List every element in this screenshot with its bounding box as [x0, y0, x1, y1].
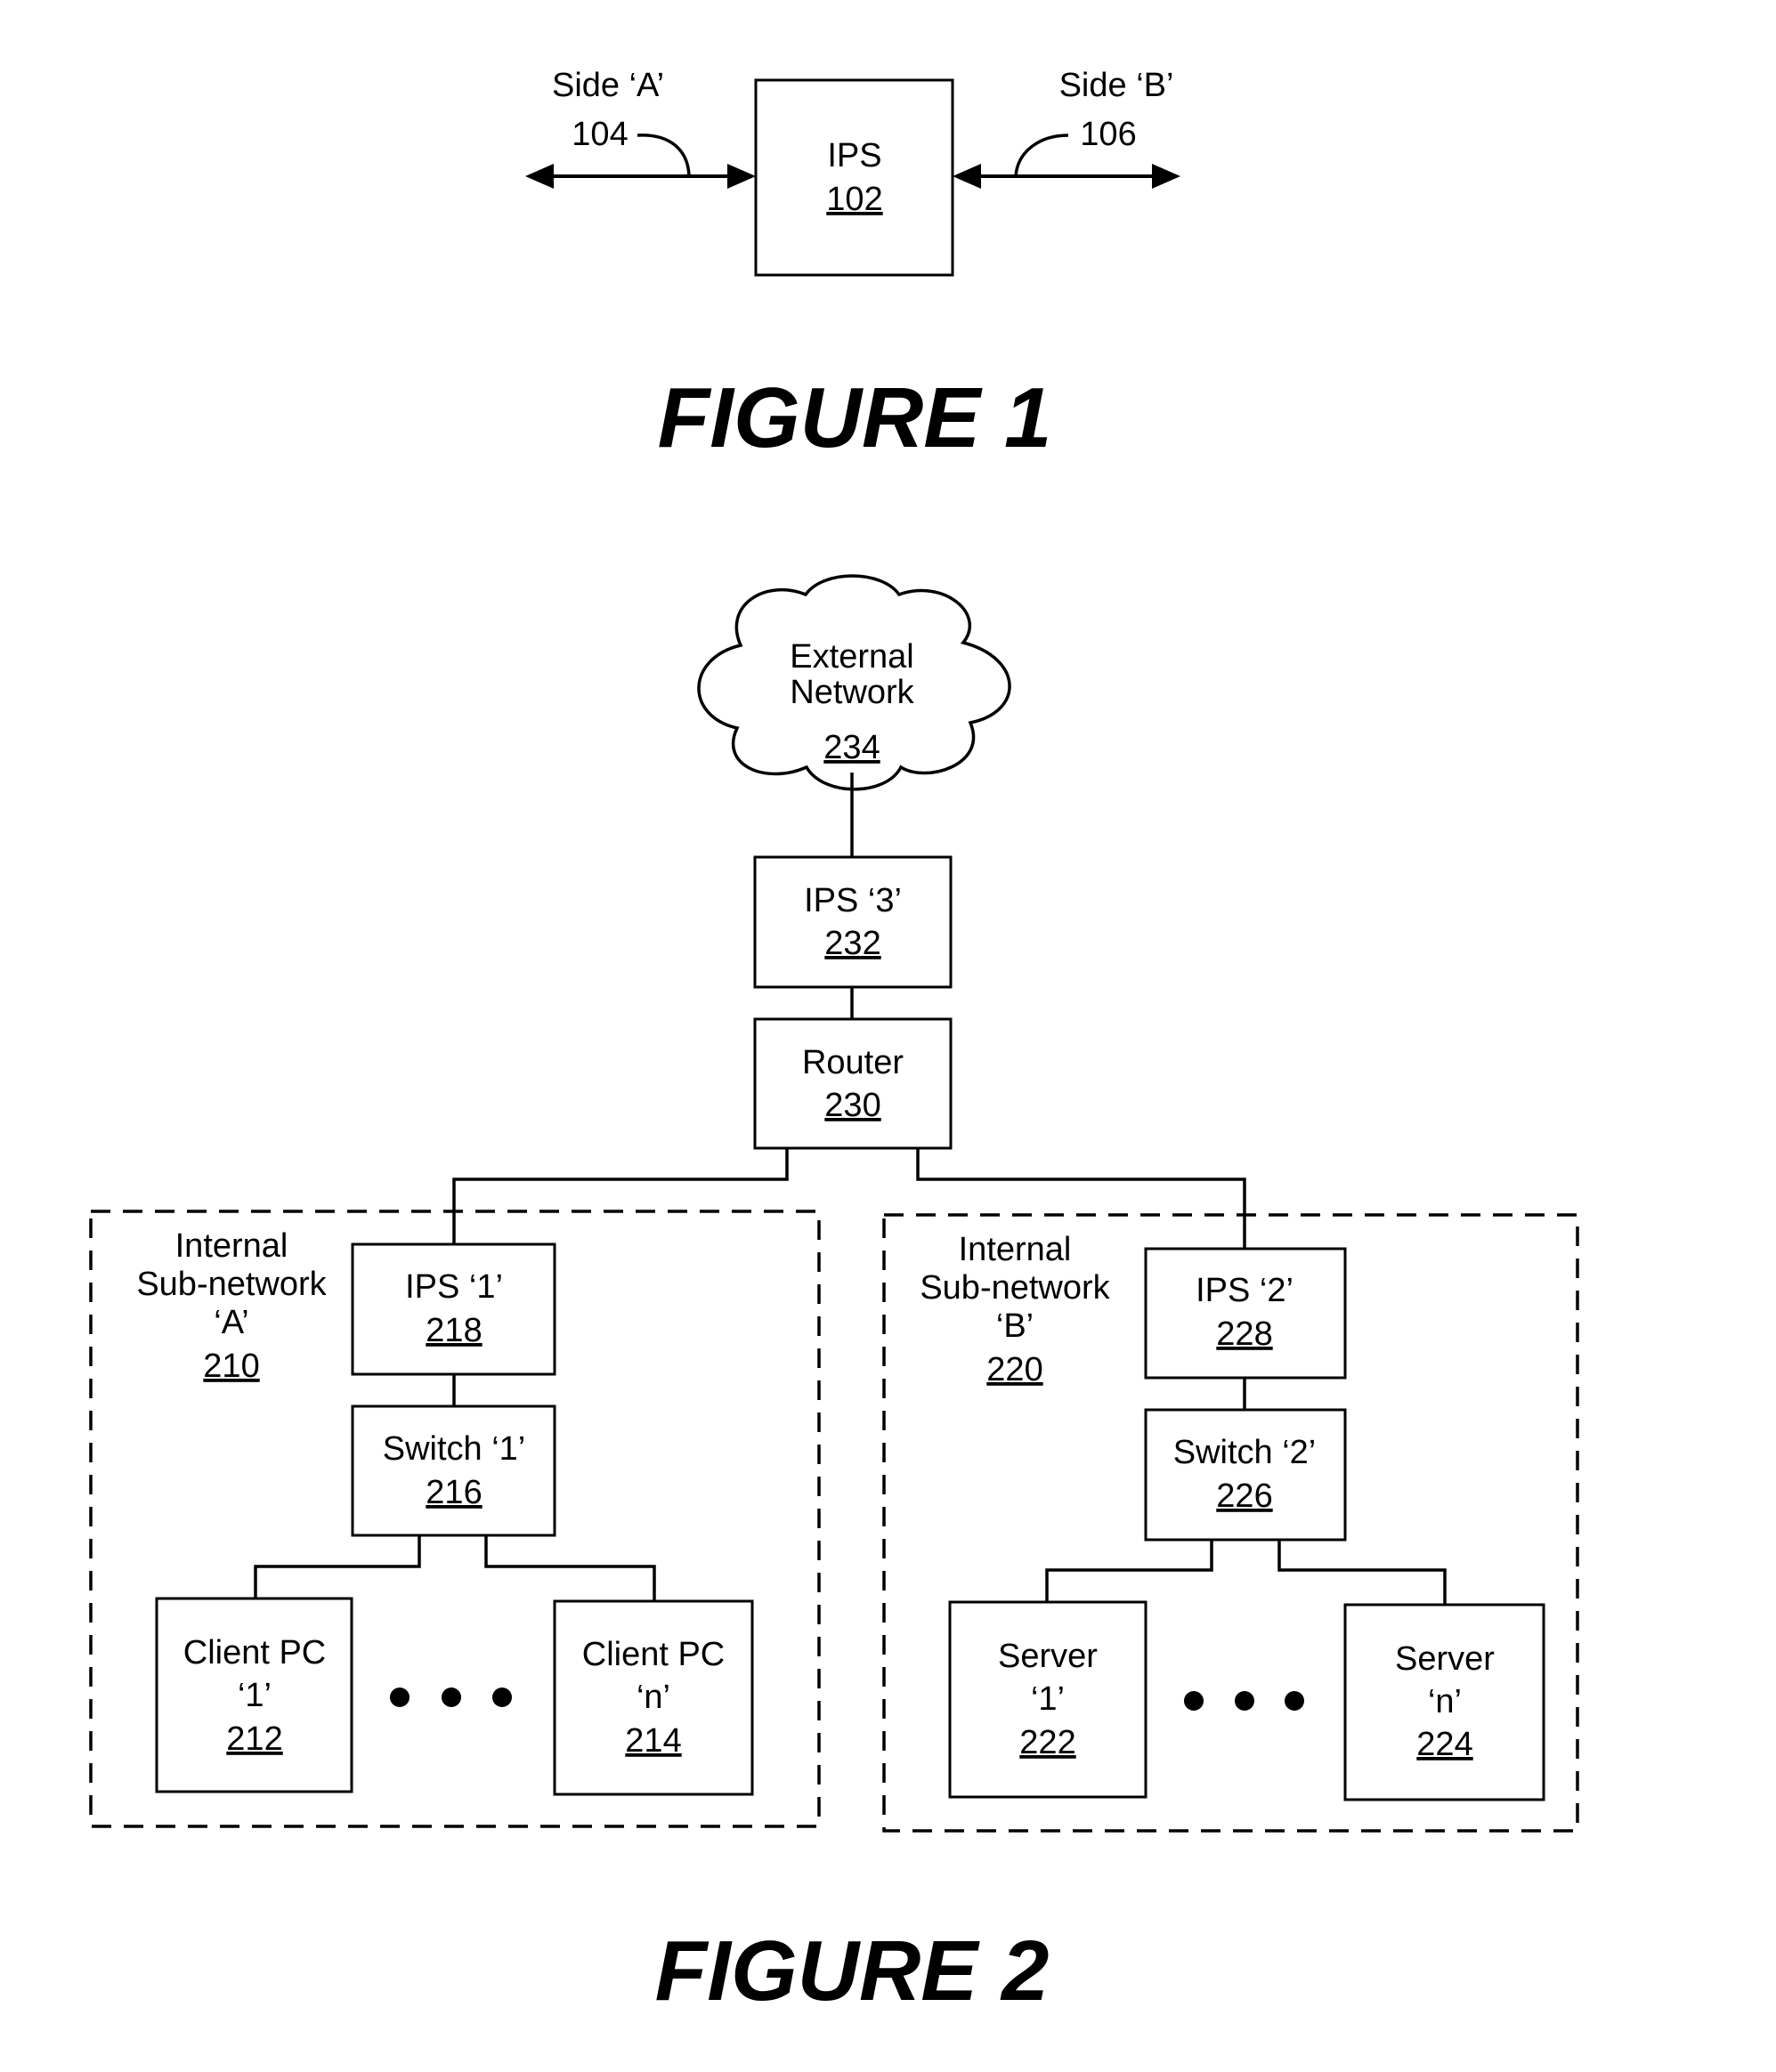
ips1-label: IPS ‘1’ [405, 1268, 503, 1306]
ips2-label: IPS ‘2’ [1196, 1272, 1293, 1309]
side-b-arrowhead-right [1152, 164, 1180, 189]
ips1-box [351, 1242, 556, 1376]
ips2-box [1144, 1247, 1347, 1380]
client-pc-1-ref: 212 [226, 1720, 282, 1758]
subnet-b-line2: Sub-network [920, 1269, 1110, 1307]
server-n-line1: Server [1395, 1640, 1495, 1678]
server-1-line1: Server [998, 1638, 1098, 1675]
leader-106 [1014, 134, 1069, 177]
subnet-a-line3: ‘A’ [214, 1304, 248, 1341]
switch2-label: Switch ‘2’ [1173, 1434, 1317, 1471]
side-b-label: Side ‘B’ [1059, 67, 1174, 104]
server-n-line2: ‘n’ [1428, 1683, 1462, 1720]
subnet-b-line1: Internal [959, 1231, 1072, 1268]
side-b-ref: 106 [1080, 116, 1136, 153]
ips-102-box [754, 78, 954, 277]
ellipsis-dot [1285, 1691, 1304, 1711]
subnet-a-line2: Sub-network [136, 1266, 327, 1303]
switch1-ref: 216 [426, 1474, 482, 1511]
server-1-ref: 222 [1019, 1724, 1075, 1761]
ellipsis-dot [1184, 1691, 1204, 1711]
ips2-ref: 228 [1216, 1315, 1272, 1353]
ips3-ref: 232 [824, 925, 880, 962]
switch1-label: Switch ‘1’ [383, 1430, 526, 1468]
link-switch2-servern [1277, 1540, 1447, 1605]
client-pc-1-line2: ‘1’ [238, 1677, 272, 1714]
subnet-b: Internal Sub-network ‘B’ 220 IPS ‘2’ 228… [882, 1213, 1579, 1833]
switch2-ref: 226 [1216, 1477, 1272, 1515]
ips-102-ref: 102 [826, 181, 882, 218]
subnet-b-ref: 220 [986, 1351, 1042, 1388]
ips1-ref: 218 [426, 1312, 482, 1349]
figure-2: External Network 234 IPS ‘3’ 232 Router … [89, 574, 1579, 2019]
client-pc-n-line2: ‘n’ [637, 1679, 670, 1716]
client-pc-1-line1: Client PC [183, 1634, 327, 1671]
side-a-arrowhead-left [525, 164, 554, 189]
switch1-box [351, 1404, 556, 1537]
ellipsis-dot [390, 1688, 410, 1707]
client-pc-n-line1: Client PC [582, 1636, 726, 1673]
link-router-ips1 [452, 1148, 789, 1244]
subnet-a: Internal Sub-network ‘A’ 210 IPS ‘1’ 218… [89, 1210, 821, 1828]
router-label: Router [802, 1044, 904, 1081]
subnet-a-line1: Internal [175, 1227, 288, 1265]
switch2-box [1144, 1408, 1347, 1542]
ellipsis-dot [1235, 1691, 1254, 1711]
patent-drawing: IPS 102 Side ‘A’ 104 Side ‘B’ 106 FIGURE… [89, 67, 1579, 2019]
router-ref: 230 [824, 1087, 880, 1124]
external-network-line1: External [790, 638, 913, 676]
side-a-label: Side ‘A’ [552, 67, 664, 104]
subnet-b-line3: ‘B’ [996, 1307, 1034, 1345]
side-b-arrowhead-left [953, 164, 981, 189]
ellipsis-dot [492, 1688, 512, 1707]
external-network-ref: 234 [823, 729, 880, 766]
figure-1: IPS 102 Side ‘A’ 104 Side ‘B’ 106 FIGURE… [525, 67, 1180, 465]
ips-102-label: IPS [827, 137, 881, 174]
external-network-line2: Network [790, 674, 914, 711]
ips3-box [753, 855, 953, 989]
leader-104 [637, 134, 691, 177]
client-pc-n-ref: 214 [625, 1722, 681, 1760]
side-a-arrowhead-right [727, 164, 756, 189]
figure-2-caption: FIGURE 2 [655, 1923, 1050, 2019]
server-n-ref: 224 [1416, 1726, 1472, 1763]
server-1-line2: ‘1’ [1031, 1680, 1065, 1718]
ips3-label: IPS ‘3’ [804, 882, 902, 919]
link-switch2-server1 [1045, 1540, 1213, 1602]
link-switch1-clientn [484, 1535, 656, 1601]
router-box [753, 1017, 953, 1150]
subnet-a-ref: 210 [203, 1348, 259, 1385]
ellipsis-dot [442, 1688, 461, 1707]
link-switch1-client1 [254, 1535, 421, 1599]
side-a-ref: 104 [572, 116, 628, 153]
figure-1-caption: FIGURE 1 [658, 370, 1052, 465]
